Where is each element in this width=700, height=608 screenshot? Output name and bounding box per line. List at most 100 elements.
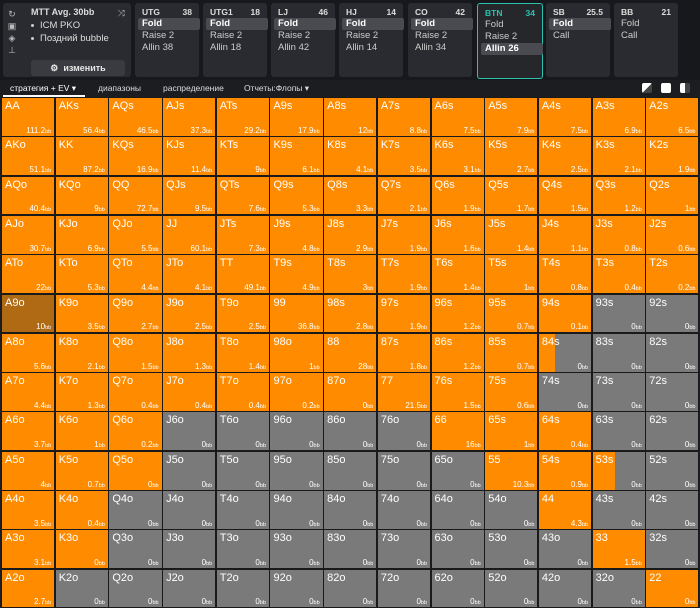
hand-cell-kjo[interactable]: KJo 6.9bb <box>54 214 109 255</box>
hand-cell-85o[interactable]: 85o 0bb <box>323 450 378 491</box>
hand-cell-62s[interactable]: 62s 0bb <box>645 411 700 452</box>
view-mode-icon-1[interactable] <box>642 83 652 93</box>
hand-cell-72o[interactable]: 72o 0bb <box>376 568 432 608</box>
hand-cell-98o[interactable]: 98o 1bb <box>269 332 324 373</box>
action-call[interactable]: Call <box>617 30 679 42</box>
hand-cell-j5s[interactable]: J5s 1.4bb <box>484 214 539 255</box>
hand-cell-95s[interactable]: 95s 0.7bb <box>484 293 539 334</box>
action-allin-18[interactable]: Allin 18 <box>206 42 268 54</box>
hand-cell-83s[interactable]: 83s 0bb <box>591 332 646 373</box>
action-allin-38[interactable]: Allin 38 <box>138 42 200 54</box>
hand-cell-j8s[interactable]: J8s 2.9bb <box>323 214 378 255</box>
position-btn[interactable]: BTN 34 Fold Raise 2 Allin 26 <box>477 3 543 79</box>
action-raise-2[interactable]: Raise 2 <box>274 30 336 42</box>
hand-cell-63s[interactable]: 63s 0bb <box>591 411 646 452</box>
action-allin-34[interactable]: Allin 34 <box>411 42 473 54</box>
hand-cell-t8o[interactable]: T8o 1.4bb <box>215 332 270 373</box>
action-allin-14[interactable]: Allin 14 <box>342 42 404 54</box>
action-fold[interactable]: Fold <box>411 18 473 30</box>
hand-cell-q6o[interactable]: Q6o 0.2bb <box>108 411 163 452</box>
hand-cell-72s[interactable]: 72s 0bb <box>645 372 700 412</box>
hand-cell-88[interactable]: 88 28bb <box>323 332 378 373</box>
hand-cell-j9s[interactable]: J9s 4.8bb <box>269 214 324 255</box>
hand-cell-a2s[interactable]: A2s 6.5bb <box>645 97 700 137</box>
hand-cell-a7o[interactable]: A7o 4.4bb <box>1 372 56 412</box>
tab-distribution[interactable]: распределение <box>163 80 224 97</box>
hand-cell-q3o[interactable]: Q3o 0bb <box>108 529 163 570</box>
hand-cell-22[interactable]: 22 0bb <box>645 568 700 608</box>
hand-cell-j3s[interactable]: J3s 0.8bb <box>591 214 646 255</box>
hand-cell-53s[interactable]: 53s 0bb <box>591 450 646 491</box>
hand-cell-42o[interactable]: 42o 0bb <box>537 568 593 608</box>
hand-cell-65o[interactable]: 65o 0bb <box>430 450 485 491</box>
hand-cell-kqo[interactable]: KQo 9bb <box>54 175 109 216</box>
hand-cell-kk[interactable]: KK 87.2bb <box>54 136 109 177</box>
hand-cell-k6o[interactable]: K6o 1bb <box>54 411 109 452</box>
hand-cell-84o[interactable]: 84o 0bb <box>323 490 378 530</box>
hand-cell-t4s[interactable]: T4s 0.8bb <box>537 254 593 295</box>
position-sb[interactable]: SB 25.5 Fold Call <box>546 3 611 77</box>
tab-flop-reports[interactable]: Отчеты:Флопы ▾ <box>244 80 309 97</box>
hand-cell-95o[interactable]: 95o 0bb <box>269 450 324 491</box>
hand-cell-ajs[interactable]: AJs 37.3bb <box>162 97 217 137</box>
hand-cell-66[interactable]: 66 16bb <box>430 411 485 452</box>
hand-cell-76o[interactable]: 76o 0bb <box>376 411 432 452</box>
hand-cell-a8s[interactable]: A8s 12bb <box>323 97 378 137</box>
hand-cell-ato[interactable]: ATo 22bb <box>1 254 56 295</box>
hand-cell-85s[interactable]: 85s 0.7bb <box>484 332 539 373</box>
align-icon[interactable]: ⊥ <box>7 45 17 55</box>
hand-cell-a2o[interactable]: A2o 2.7bb <box>1 568 56 608</box>
hand-cell-aa[interactable]: AA 111.2bb <box>1 97 56 137</box>
hand-cell-jts[interactable]: JTs 7.3bb <box>215 214 270 255</box>
action-raise-2[interactable]: Raise 2 <box>138 30 200 42</box>
hand-cell-99[interactable]: 99 36.8bb <box>269 293 324 334</box>
hand-cell-87s[interactable]: 87s 1.8bb <box>376 332 432 373</box>
hand-cell-98s[interactable]: 98s 2.8bb <box>323 293 378 334</box>
hand-cell-t6s[interactable]: T6s 1.4bb <box>430 254 485 295</box>
hand-cell-q5s[interactable]: Q5s 1.7bb <box>484 175 539 216</box>
hand-cell-t4o[interactable]: T4o 0bb <box>215 490 270 530</box>
hand-cell-t7o[interactable]: T7o 0.4bb <box>215 372 270 412</box>
hand-cell-63o[interactable]: 63o 0bb <box>430 529 485 570</box>
hand-cell-a8o[interactable]: A8o 5.6bb <box>1 332 56 373</box>
position-utg[interactable]: UTG 38 Fold Raise 2 Allin 38 <box>135 3 200 77</box>
hand-cell-53o[interactable]: 53o 0bb <box>484 529 539 570</box>
hand-cell-qts[interactable]: QTs 7.6bb <box>215 175 270 216</box>
hand-cell-32s[interactable]: 32s 0bb <box>645 529 700 570</box>
hand-cell-t6o[interactable]: T6o 0bb <box>215 411 270 452</box>
hand-cell-82o[interactable]: 82o 0bb <box>323 568 378 608</box>
hand-cell-a7s[interactable]: A7s 8.8bb <box>376 97 432 137</box>
hand-cell-k9s[interactable]: K9s 6.1bb <box>269 136 324 177</box>
hand-cell-k3s[interactable]: K3s 2.1bb <box>591 136 646 177</box>
hand-cell-q7s[interactable]: Q7s 2.1bb <box>376 175 432 216</box>
hand-cell-a5s[interactable]: A5s 7.9bb <box>484 97 539 137</box>
hand-cell-tt[interactable]: TT 49.1bb <box>215 254 270 295</box>
hand-cell-q2s[interactable]: Q2s 1bb <box>645 175 700 216</box>
hand-cell-k7s[interactable]: K7s 3.5bb <box>376 136 432 177</box>
hand-cell-62o[interactable]: 62o 0bb <box>430 568 485 608</box>
hand-cell-k4o[interactable]: K4o 0.4bb <box>54 490 109 530</box>
save-icon[interactable]: ▣ <box>7 21 17 31</box>
hand-cell-k8s[interactable]: K8s 4.1bb <box>323 136 378 177</box>
hand-cell-64s[interactable]: 64s 0.4bb <box>537 411 593 452</box>
hand-cell-75o[interactable]: 75o 0bb <box>376 450 432 491</box>
hand-cell-q9s[interactable]: Q9s 5.3bb <box>269 175 324 216</box>
hand-cell-64o[interactable]: 64o 0bb <box>430 490 485 530</box>
hand-cell-q5o[interactable]: Q5o 0bb <box>108 450 163 491</box>
hand-cell-j6s[interactable]: J6s 1.6bb <box>430 214 485 255</box>
position-utg1[interactable]: UTG1 18 Fold Raise 2 Allin 18 <box>203 3 268 77</box>
hand-cell-87o[interactable]: 87o 0bb <box>323 372 378 412</box>
hand-cell-j2o[interactable]: J2o 0bb <box>162 568 217 608</box>
hand-cell-82s[interactable]: 82s 0bb <box>645 332 700 373</box>
hand-cell-76s[interactable]: 76s 1.5bb <box>430 372 485 412</box>
hand-cell-75s[interactable]: 75s 0.6bb <box>484 372 539 412</box>
hand-cell-43s[interactable]: 43s 0bb <box>591 490 646 530</box>
hand-cell-aqs[interactable]: AQs 46.5bb <box>108 97 163 137</box>
hand-cell-k8o[interactable]: K8o 2.1bb <box>54 332 109 373</box>
hand-cell-j7o[interactable]: J7o 0.4bb <box>162 372 217 412</box>
hand-cell-k4s[interactable]: K4s 2.5bb <box>537 136 593 177</box>
hand-cell-97o[interactable]: 97o 0.2bb <box>269 372 324 412</box>
hand-cell-t2o[interactable]: T2o 0bb <box>215 568 270 608</box>
position-lj[interactable]: LJ 46 Fold Raise 2 Allin 42 <box>271 3 336 77</box>
hand-cell-96s[interactable]: 96s 1.2bb <box>430 293 485 334</box>
